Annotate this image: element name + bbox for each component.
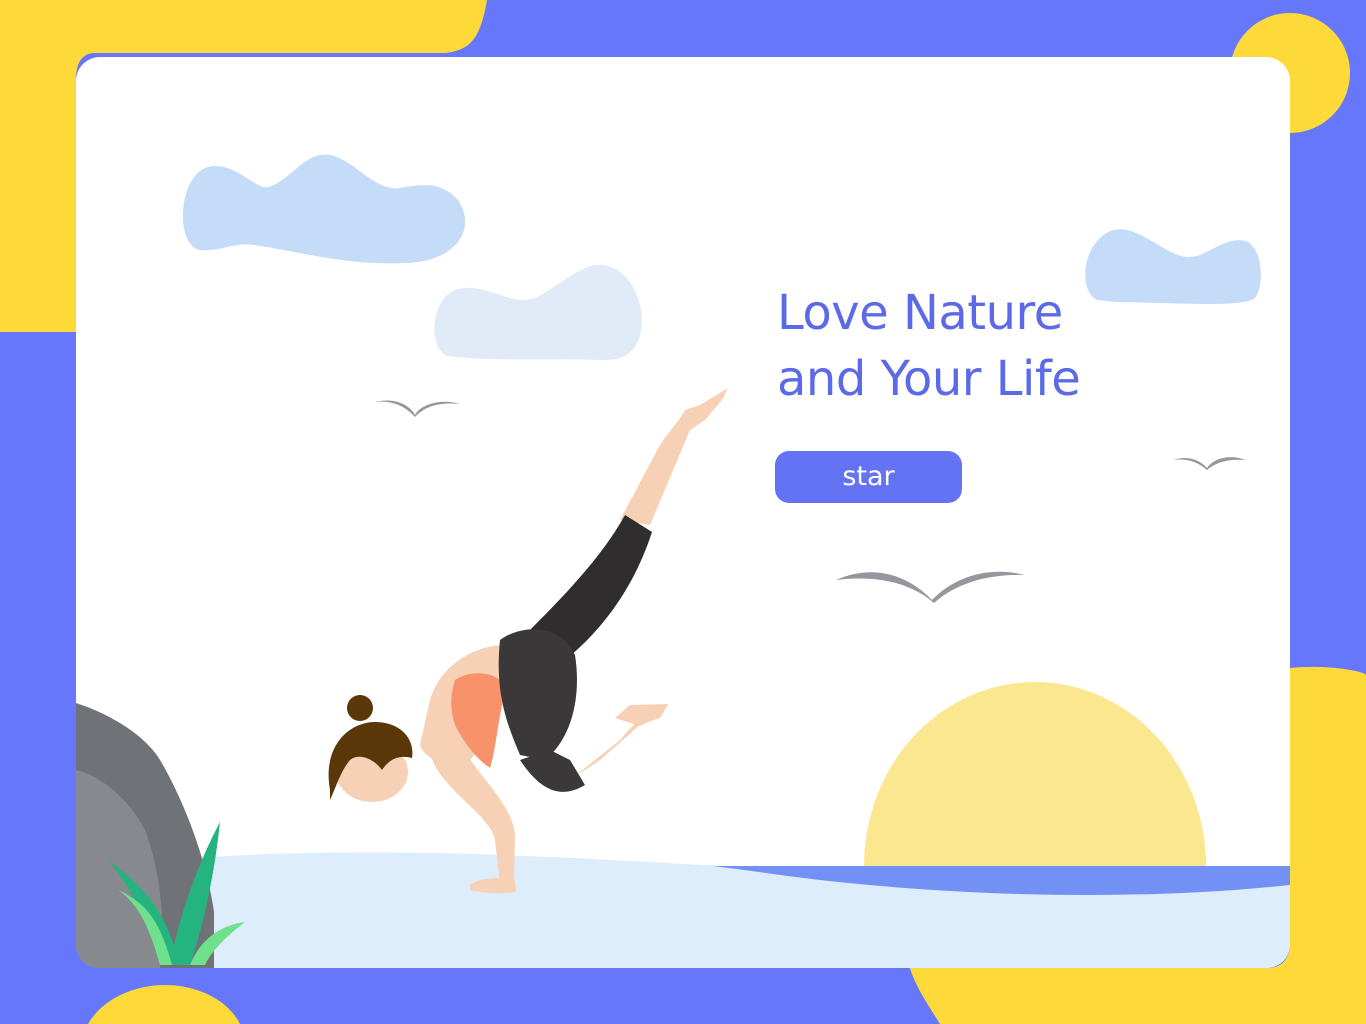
scene-illustration bbox=[0, 0, 1366, 1024]
headline-line-1: Love Nature bbox=[777, 285, 1063, 341]
star-button[interactable]: star bbox=[775, 451, 962, 503]
headline-line-2: and Your Life bbox=[777, 351, 1081, 407]
figure-hair-bun bbox=[347, 695, 373, 721]
hero-headline: Love Nature and Your Life bbox=[777, 280, 1197, 412]
landing-page: Love Nature and Your Life star bbox=[0, 0, 1366, 1024]
